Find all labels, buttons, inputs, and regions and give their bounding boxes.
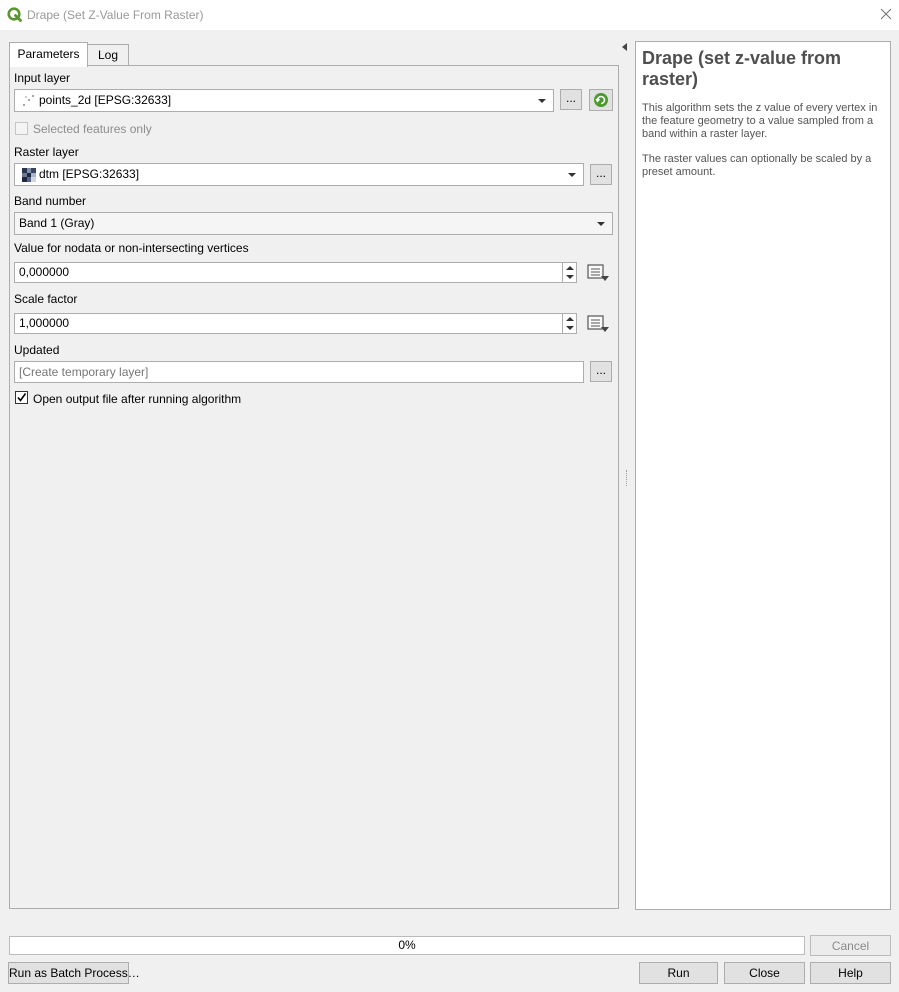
raster-layer-value: dtm [EPSG:32633] <box>39 167 140 181</box>
cancel-button[interactable]: Cancel <box>810 935 891 956</box>
point-layer-icon <box>21 94 35 108</box>
scale-factor-text: 1,000000 <box>19 316 70 330</box>
title-bar: Drape (Set Z-Value From Raster) <box>0 0 899 30</box>
spin-up-icon[interactable] <box>566 266 574 270</box>
close-button[interactable]: Close <box>724 962 805 984</box>
raster-layer-combo[interactable]: dtm [EPSG:32633] <box>14 163 584 186</box>
raster-layer-label: Raster layer <box>14 145 79 159</box>
collapse-help-icon[interactable] <box>622 43 627 51</box>
selected-features-label: Selected features only <box>33 122 152 136</box>
output-destination-input[interactable] <box>14 361 584 383</box>
input-layer-label: Input layer <box>14 71 71 85</box>
spin-down-icon[interactable] <box>566 275 574 279</box>
scale-factor-input[interactable]: 1,000000 <box>14 313 563 334</box>
scale-factor-spinner[interactable] <box>562 313 577 334</box>
input-layer-combo[interactable]: points_2d [EPSG:32633] <box>14 89 554 112</box>
scale-factor-label: Scale factor <box>14 292 78 306</box>
chevron-down-icon <box>597 222 605 226</box>
chevron-down-icon <box>538 99 546 103</box>
progress-bar: 0% <box>9 936 805 955</box>
checkmark-icon <box>17 393 27 402</box>
tab-log[interactable]: Log <box>87 44 129 66</box>
output-browse-button[interactable]: ... <box>590 361 612 382</box>
run-button[interactable]: Run <box>639 962 718 984</box>
data-defined-override-icon[interactable] <box>586 263 610 283</box>
qgis-logo-icon <box>7 7 22 22</box>
help-paragraph: This algorithm sets the z value of every… <box>642 102 878 140</box>
spin-down-icon[interactable] <box>566 326 574 330</box>
run-as-batch-button[interactable]: Run as Batch Process… <box>8 962 140 984</box>
raster-layer-icon <box>22 168 36 182</box>
help-paragraph: The raster values can optionally be scal… <box>642 153 872 178</box>
tab-parameters[interactable]: Parameters <box>9 42 88 67</box>
help-title: Drape (set z-value from raster) <box>642 48 842 89</box>
data-defined-override-icon[interactable] <box>586 314 610 334</box>
nodata-value-label: Value for nodata or non-intersecting ver… <box>14 241 249 255</box>
parameters-panel <box>9 65 619 909</box>
help-button[interactable]: Help <box>810 962 891 984</box>
open-output-label: Open output file after running algorithm <box>33 392 242 406</box>
window-title: Drape (Set Z-Value From Raster) <box>27 8 204 22</box>
band-number-value: Band 1 (Gray) <box>19 216 95 230</box>
help-panel: Drape (set z-value from raster) This alg… <box>635 41 891 910</box>
nodata-value-input[interactable]: 0,000000 <box>14 262 563 283</box>
window-close-icon[interactable] <box>876 6 896 24</box>
iterate-icon <box>593 92 609 114</box>
open-output-checkbox[interactable] <box>15 391 28 404</box>
selected-features-checkbox[interactable] <box>15 122 28 135</box>
progress-text: 0% <box>398 938 416 952</box>
band-number-label: Band number <box>14 194 87 208</box>
input-layer-value: points_2d [EPSG:32633] <box>39 93 172 107</box>
splitter-handle[interactable] <box>626 470 628 486</box>
iterate-features-button[interactable] <box>589 89 613 111</box>
chevron-down-icon <box>568 173 576 177</box>
nodata-value-spinner[interactable] <box>562 262 577 283</box>
input-layer-browse-button[interactable]: ... <box>560 89 582 110</box>
nodata-value-text: 0,000000 <box>19 265 70 279</box>
updated-label: Updated <box>14 343 60 357</box>
raster-layer-browse-button[interactable]: ... <box>590 164 612 185</box>
band-number-combo[interactable]: Band 1 (Gray) <box>14 212 613 235</box>
spin-up-icon[interactable] <box>566 317 574 321</box>
